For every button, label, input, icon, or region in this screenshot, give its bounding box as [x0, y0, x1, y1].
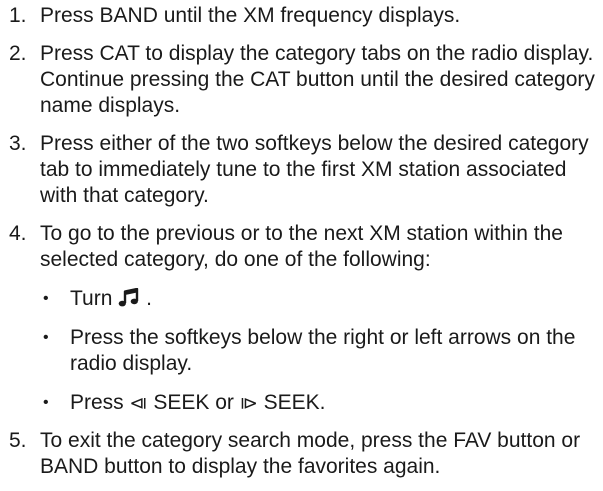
bullet-icon: • [43, 394, 49, 411]
step-number: 1. [9, 4, 27, 27]
seek-back-icon: ⧏ [129, 393, 148, 413]
step-text: Press CAT to display the category tabs o… [40, 42, 595, 117]
step-5: 5. To exit the category search mode, pre… [0, 428, 603, 480]
option-text: Turn [70, 287, 113, 310]
step-2: 2. Press CAT to display the category tab… [0, 41, 603, 119]
step-text: To go to the previous or to the next XM … [40, 222, 563, 271]
step-text: Press either of the two softkeys below t… [40, 132, 589, 207]
step-number: 3. [9, 132, 27, 155]
instruction-steps: 1. Press BAND until the XM frequency dis… [0, 3, 603, 480]
music-note-knob-icon [118, 288, 140, 308]
seek-back-label: SEEK or [153, 391, 234, 414]
step-3: 3. Press either of the two softkeys belo… [0, 131, 603, 209]
option-text: Press [70, 391, 124, 414]
bullet-icon: • [43, 290, 49, 307]
bullet-icon: • [43, 329, 49, 346]
step-text: To exit the category search mode, press … [40, 429, 581, 478]
seek-forward-label: SEEK. [263, 391, 326, 414]
step-number: 4. [9, 222, 27, 245]
step-number: 5. [9, 429, 27, 452]
option-seek: • Press ⧏ SEEK or ⧐ SEEK. [40, 390, 603, 416]
option-turn-knob: • Turn . [40, 286, 603, 312]
step-1: 1. Press BAND until the XM frequency dis… [0, 3, 603, 29]
manual-page: 1. Press BAND until the XM frequency dis… [0, 0, 603, 491]
step-number: 2. [9, 42, 27, 65]
option-text-suffix: . [146, 287, 152, 310]
step-text: Press BAND until the XM frequency displa… [40, 4, 461, 27]
step-4: 4. To go to the previous or to the next … [0, 221, 603, 416]
option-list: • Turn . • Press the softkeys below the … [40, 286, 603, 416]
option-text: Press the softkeys below the right or le… [70, 326, 576, 375]
seek-forward-icon: ⧐ [239, 393, 258, 413]
option-softkeys: • Press the softkeys below the right or … [40, 325, 603, 377]
